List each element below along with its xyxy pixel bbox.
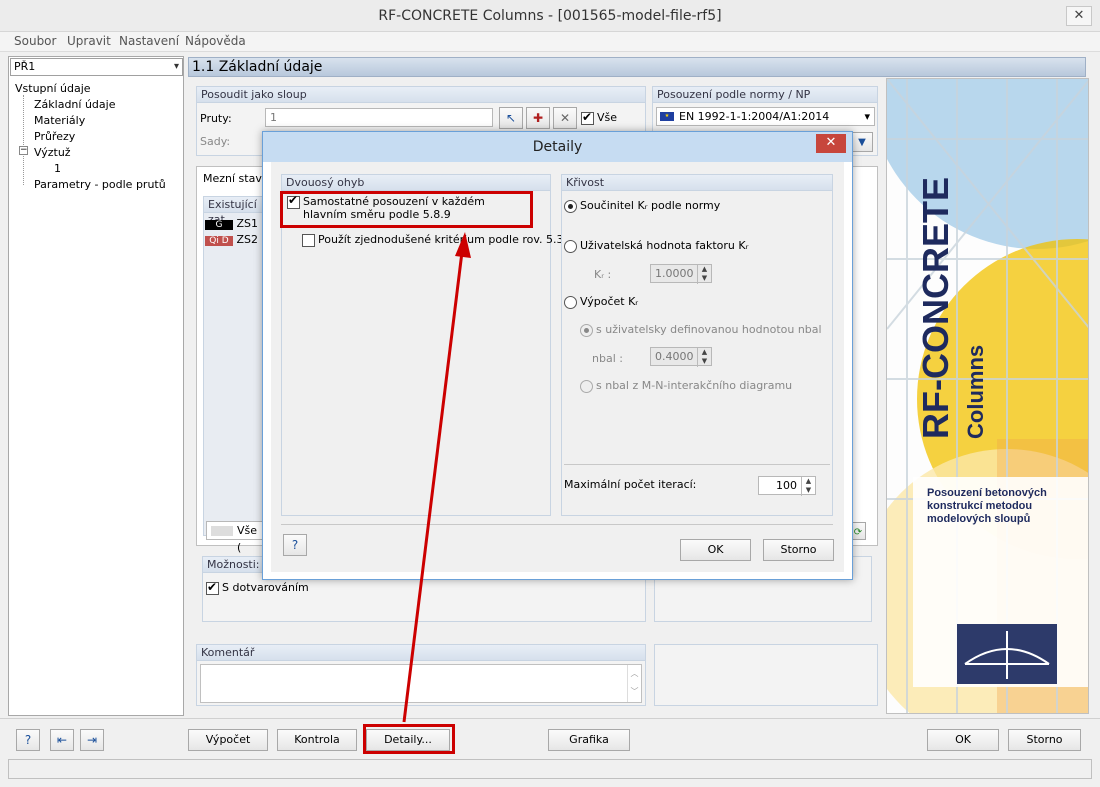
annotation-arrow <box>402 232 471 723</box>
